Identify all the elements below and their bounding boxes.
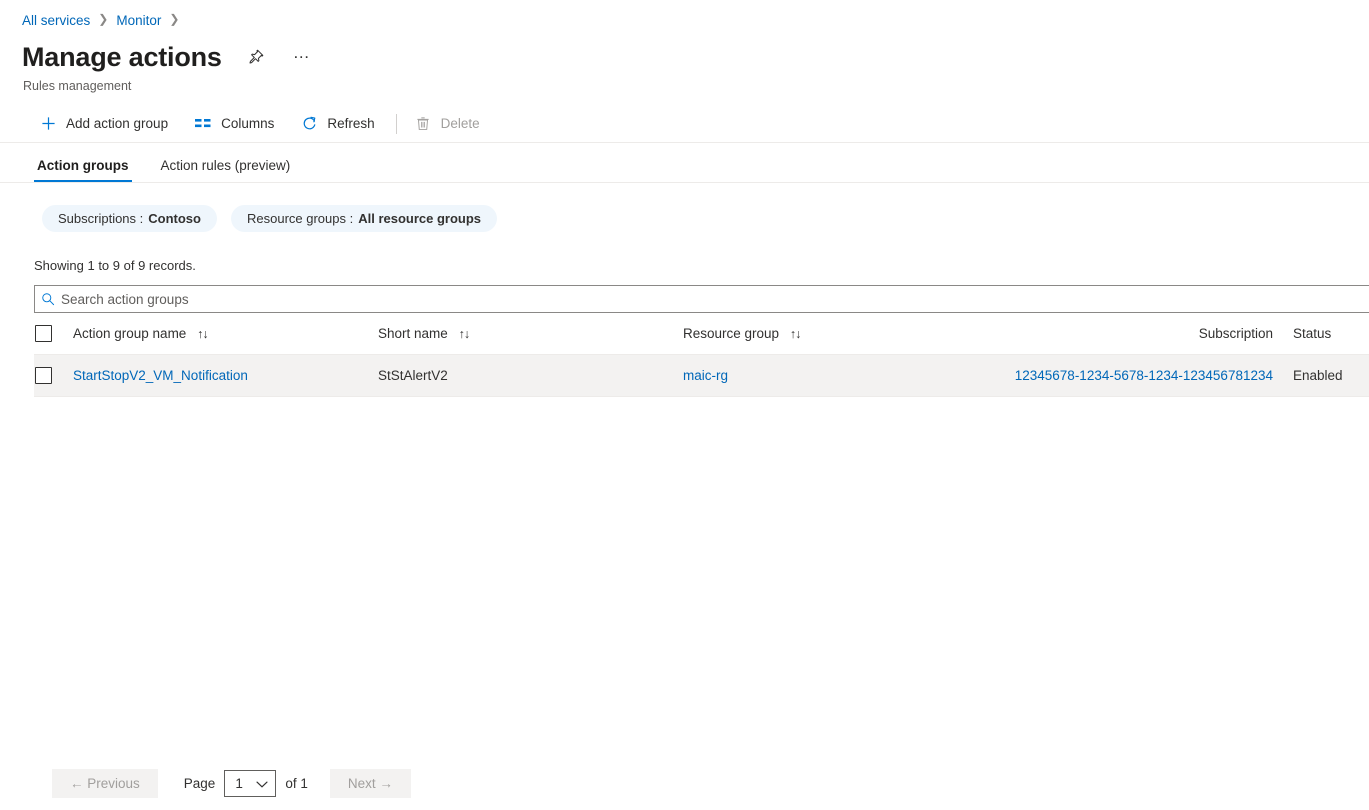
- cell-action-group-name: StartStopV2_VM_Notification: [73, 368, 378, 383]
- filter-pill-list: Subscriptions : Contoso Resource groups …: [0, 183, 1369, 232]
- trash-icon: [410, 115, 436, 133]
- page-title: Manage actions: [22, 40, 222, 74]
- sort-icon[interactable]: ↑↓: [790, 327, 801, 341]
- page-number-value: 1: [225, 776, 243, 791]
- column-header-resource-group[interactable]: Resource group ↑↓: [683, 326, 988, 341]
- chevron-right-icon: ❯: [169, 13, 179, 25]
- search-input[interactable]: [61, 287, 1369, 311]
- breadcrumb-item-all-services[interactable]: All services: [22, 13, 90, 28]
- refresh-icon: [296, 115, 322, 133]
- breadcrumb: All services ❯ Monitor ❯: [0, 0, 1369, 30]
- add-action-group-label: Add action group: [66, 116, 168, 131]
- previous-page-button: ← Previous: [52, 769, 158, 798]
- search-box[interactable]: [34, 285, 1369, 313]
- page-subtitle: Rules management: [0, 76, 1369, 93]
- command-bar: Add action group Columns Refresh: [0, 105, 1369, 143]
- page-number-select[interactable]: 1: [224, 770, 276, 797]
- columns-label: Columns: [221, 116, 274, 131]
- breadcrumb-item-monitor[interactable]: Monitor: [116, 13, 161, 28]
- page-total-label: of 1: [285, 776, 308, 791]
- chevron-down-icon: [256, 776, 268, 791]
- table-header-row: Action group name ↑↓ Short name ↑↓ Resou…: [34, 313, 1369, 355]
- column-header-subscription-label: Subscription: [1199, 326, 1273, 341]
- cell-resource-group: maic-rg: [683, 368, 988, 383]
- filter-pill-resource-groups[interactable]: Resource groups : All resource groups: [231, 205, 497, 232]
- column-header-status: Status: [1293, 326, 1369, 341]
- row-checkbox[interactable]: [35, 367, 52, 384]
- action-group-link[interactable]: StartStopV2_VM_Notification: [73, 368, 248, 383]
- delete-label: Delete: [441, 116, 480, 131]
- page-title-row: Manage actions …: [0, 30, 1369, 76]
- cell-status: Enabled: [1293, 368, 1369, 383]
- plus-icon: [35, 115, 61, 133]
- pin-glyph: [248, 49, 264, 65]
- row-select-cell: [34, 367, 73, 384]
- filter-pill-resource-groups-key: Resource groups :: [247, 211, 353, 226]
- filter-pill-subscriptions-value: Contoso: [148, 211, 201, 226]
- column-header-status-label: Status: [1293, 326, 1331, 341]
- column-header-resource-group-label: Resource group: [683, 326, 779, 341]
- records-count-text: Showing 1 to 9 of 9 records.: [0, 232, 1369, 273]
- tab-list: Action groups Action rules (preview): [0, 143, 1369, 183]
- filter-pill-subscriptions[interactable]: Subscriptions : Contoso: [42, 205, 217, 232]
- tab-action-groups[interactable]: Action groups: [34, 158, 132, 182]
- column-header-action-group-name[interactable]: Action group name ↑↓: [73, 326, 378, 341]
- sort-icon[interactable]: ↑↓: [197, 327, 208, 341]
- refresh-label: Refresh: [327, 116, 374, 131]
- next-page-button: Next →: [330, 769, 411, 798]
- subscription-link[interactable]: 12345678-1234-5678-1234-123456781234: [1015, 368, 1273, 383]
- table-row[interactable]: StartStopV2_VM_Notification StStAlertV2 …: [34, 355, 1369, 397]
- page-label: Page: [184, 776, 216, 791]
- search-icon: [35, 292, 61, 306]
- action-groups-table: Action group name ↑↓ Short name ↑↓ Resou…: [34, 313, 1369, 397]
- select-all-checkbox[interactable]: [35, 325, 52, 342]
- cell-subscription: 12345678-1234-5678-1234-123456781234: [988, 368, 1293, 383]
- resource-group-link[interactable]: maic-rg: [683, 368, 728, 383]
- filter-pill-resource-groups-value: All resource groups: [358, 211, 481, 226]
- columns-icon: [190, 115, 216, 133]
- columns-button[interactable]: Columns: [187, 109, 283, 139]
- refresh-button[interactable]: Refresh: [293, 109, 383, 139]
- select-all-cell: [34, 325, 73, 342]
- sort-icon[interactable]: ↑↓: [459, 327, 470, 341]
- pin-icon[interactable]: [244, 45, 268, 69]
- pagination: ← Previous Page 1 of 1 Next →: [52, 769, 411, 798]
- more-options-button[interactable]: …: [290, 41, 314, 73]
- chevron-right-icon: ❯: [98, 13, 108, 25]
- toolbar-divider: [396, 114, 397, 134]
- column-header-short-name-label: Short name: [378, 326, 448, 341]
- column-header-short-name[interactable]: Short name ↑↓: [378, 326, 683, 341]
- cell-short-name: StStAlertV2: [378, 368, 683, 383]
- column-header-action-group-name-label: Action group name: [73, 326, 186, 341]
- add-action-group-button[interactable]: Add action group: [32, 109, 177, 139]
- filter-pill-subscriptions-key: Subscriptions :: [58, 211, 143, 226]
- column-header-subscription: Subscription: [988, 326, 1293, 341]
- tab-action-rules[interactable]: Action rules (preview): [158, 158, 294, 182]
- delete-button: Delete: [407, 109, 489, 139]
